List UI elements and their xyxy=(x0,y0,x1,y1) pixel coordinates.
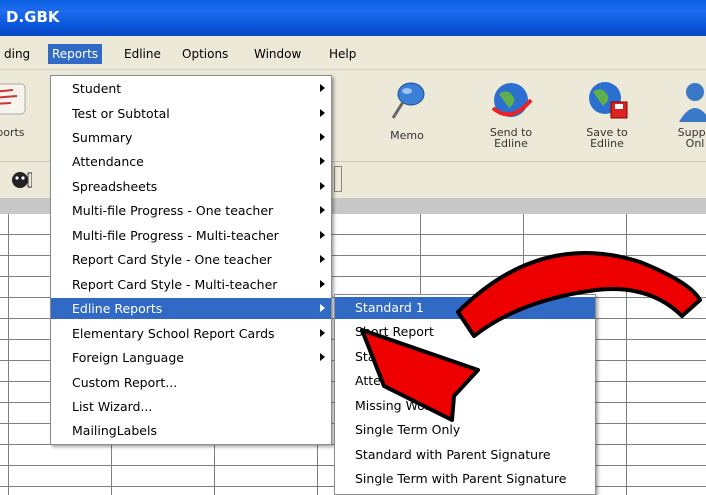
support-button-label: Suppo Onl xyxy=(677,126,706,150)
menu-item-spreadsheets[interactable]: Spreadsheets xyxy=(51,176,331,197)
submenu-arrow-icon xyxy=(320,206,325,214)
submenu-arrow-icon xyxy=(320,133,325,141)
submenu-arrow-icon xyxy=(320,304,325,312)
menu-item-foreign-language[interactable]: Foreign Language xyxy=(51,347,331,368)
submenu-item-single-term-parent-signature[interactable]: Single Term with Parent Signature xyxy=(335,468,595,490)
menu-item-attendance[interactable]: Attendance xyxy=(51,151,331,172)
pushpin-icon xyxy=(383,78,431,124)
title-bar: D.GBK xyxy=(0,0,706,36)
menu-reports[interactable]: Reports xyxy=(48,44,103,64)
submenu-arrow-icon xyxy=(320,84,325,92)
menu-item-list-wizard[interactable]: List Wizard... xyxy=(51,396,331,417)
toolbar-field-edge xyxy=(334,166,342,192)
menu-item-mailing-labels[interactable]: MailingLabels xyxy=(51,420,331,441)
submenu-item-standard-parent-signature[interactable]: Standard with Parent Signature xyxy=(335,444,595,466)
globe-send-icon xyxy=(487,78,535,124)
window-title: D.GBK xyxy=(6,8,60,26)
reports-menu: Student Test or Subtotal Summary Attenda… xyxy=(50,75,332,445)
reports-button[interactable]: eports xyxy=(0,78,42,160)
save-to-edline-label: Save to Edline xyxy=(586,126,628,150)
menu-item-student[interactable]: Student xyxy=(51,78,331,99)
menu-item-multi-file-progress-multi[interactable]: Multi-file Progress - Multi-teacher xyxy=(51,225,331,246)
menu-options[interactable]: Options xyxy=(178,44,232,64)
submenu-item-standard-1[interactable]: Standard 1 xyxy=(335,297,595,319)
menu-item-edline-reports[interactable]: Edline Reports xyxy=(51,298,331,319)
menu-bar: ding Reports Edline Options Window Help xyxy=(0,36,706,70)
edline-reports-submenu: Standard 1 Short Report Standard 2 Atten… xyxy=(334,294,596,495)
menu-edline[interactable]: Edline xyxy=(120,44,165,64)
send-to-edline-label: Send to Edline xyxy=(489,126,533,150)
menu-window[interactable]: Window xyxy=(250,44,305,64)
menu-item-custom-report[interactable]: Custom Report... xyxy=(51,372,331,393)
submenu-item-standard-2[interactable]: Standard 2 xyxy=(335,346,595,368)
person-icon xyxy=(671,78,706,124)
submenu-arrow-icon xyxy=(320,182,325,190)
menu-item-summary[interactable]: Summary xyxy=(51,127,331,148)
menu-grading[interactable]: ding xyxy=(0,44,34,64)
support-button[interactable]: Suppo Onl xyxy=(660,78,706,160)
reports-button-label: eports xyxy=(0,126,25,139)
submenu-item-attendance[interactable]: Attendance xyxy=(335,370,595,392)
submenu-arrow-icon xyxy=(320,329,325,337)
submenu-arrow-icon xyxy=(320,280,325,288)
menu-item-multi-file-progress-one[interactable]: Multi-file Progress - One teacher xyxy=(51,200,331,221)
save-to-edline-button[interactable]: Save to Edline xyxy=(572,78,642,160)
submenu-item-missing-work[interactable]: Missing Work xyxy=(335,395,595,417)
submenu-arrow-icon xyxy=(320,157,325,165)
menu-item-elementary-report-cards[interactable]: Elementary School Report Cards xyxy=(51,323,331,344)
menu-item-test-or-subtotal[interactable]: Test or Subtotal xyxy=(51,103,331,124)
submenu-arrow-icon xyxy=(320,231,325,239)
submenu-arrow-icon xyxy=(320,109,325,117)
student-face-icon[interactable] xyxy=(10,170,33,193)
submenu-arrow-icon xyxy=(320,353,325,361)
submenu-arrow-icon xyxy=(320,255,325,263)
menu-help[interactable]: Help xyxy=(325,44,360,64)
globe-save-icon xyxy=(583,78,631,124)
send-to-edline-button[interactable]: Send to Edline xyxy=(476,78,546,160)
memo-button[interactable]: Memo xyxy=(372,78,442,160)
submenu-item-single-term-only[interactable]: Single Term Only xyxy=(335,419,595,441)
menu-item-report-card-one[interactable]: Report Card Style - One teacher xyxy=(51,249,331,270)
submenu-item-short-report[interactable]: Short Report xyxy=(335,321,595,343)
memo-button-label: Memo xyxy=(390,129,424,142)
menu-item-report-card-multi[interactable]: Report Card Style - Multi-teacher xyxy=(51,274,331,295)
reports-icon xyxy=(0,78,31,124)
